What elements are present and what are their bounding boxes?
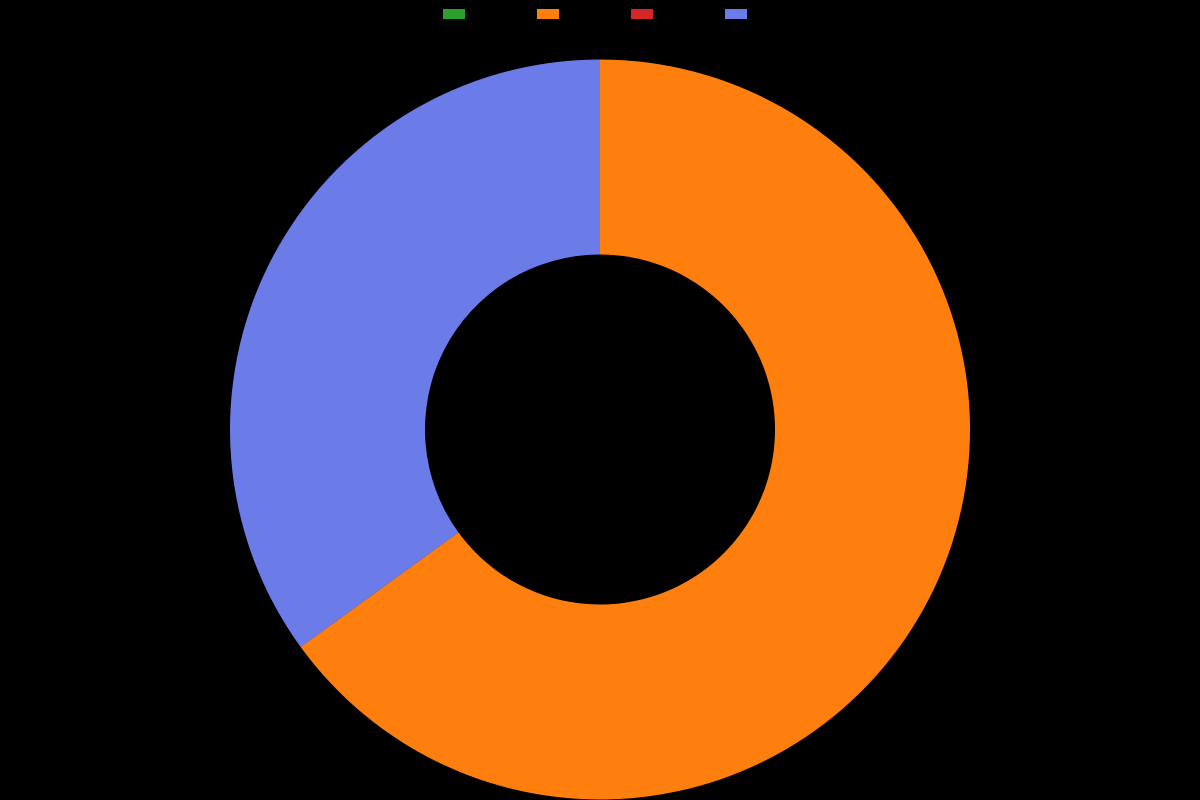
legend-item-1: [536, 8, 570, 20]
donut-svg: [220, 50, 980, 800]
chart-stage: [0, 0, 1200, 800]
legend-swatch-2: [630, 8, 654, 20]
donut-slice-3: [230, 60, 600, 647]
legend-swatch-0: [442, 8, 466, 20]
legend-item-0: [442, 8, 476, 20]
legend-item-3: [724, 8, 758, 20]
legend-swatch-1: [536, 8, 560, 20]
chart-legend: [0, 8, 1200, 20]
legend-item-2: [630, 8, 664, 20]
donut-chart: [220, 50, 980, 800]
legend-swatch-3: [724, 8, 748, 20]
